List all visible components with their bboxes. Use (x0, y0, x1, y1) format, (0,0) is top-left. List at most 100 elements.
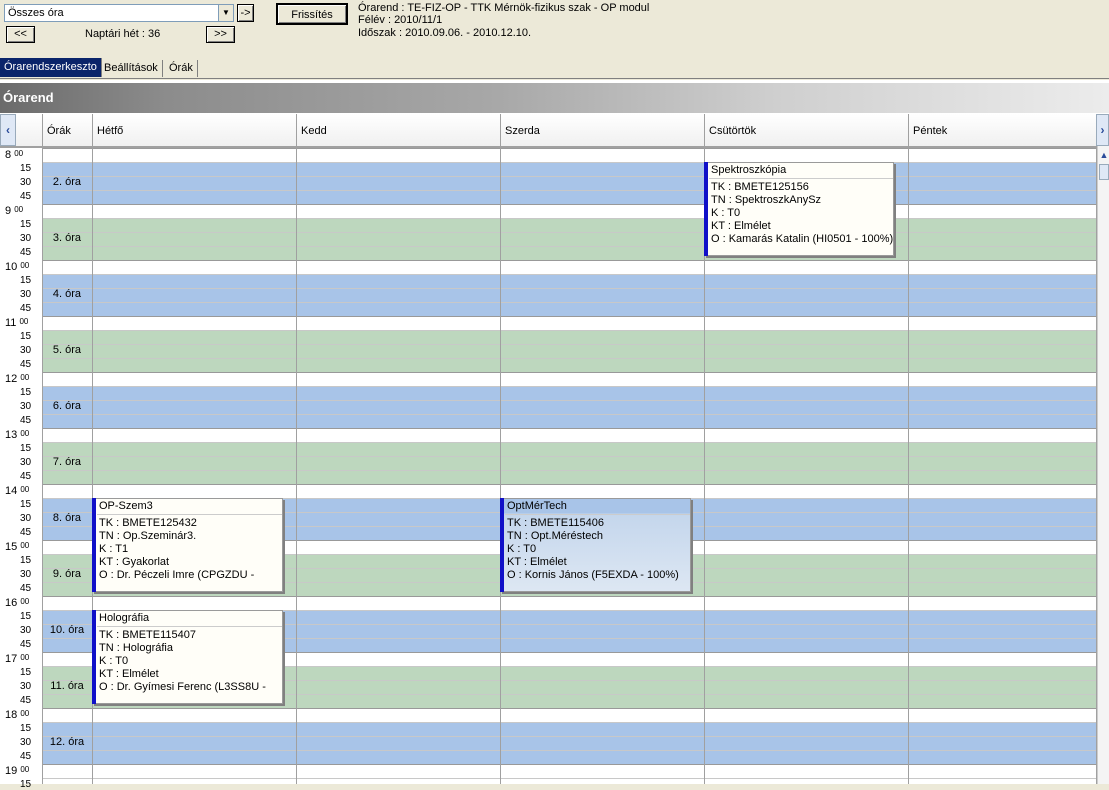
minute-label: 30 (20, 681, 32, 692)
minute-label: 15 (20, 667, 32, 678)
scrollbar-thumb[interactable] (1099, 164, 1109, 180)
refresh-button[interactable]: Frissítés (276, 3, 348, 25)
class-card-op-szem3[interactable]: OP-Szem3 TK : BMETE125432 TN : Op.Szemin… (92, 498, 283, 592)
card-title: OptMérTech (507, 500, 567, 512)
minute-label: 45 (20, 415, 32, 426)
panel-title: Órarend (3, 90, 54, 105)
card-line: K : T0 (711, 207, 741, 219)
minute-label: 30 (20, 289, 32, 300)
minute-label: 30 (20, 513, 32, 524)
minute-label: 45 (20, 303, 32, 314)
minute-label: 15 (20, 219, 32, 230)
card-line: KT : Gyakorlat (99, 556, 170, 568)
lesson-label: 3. óra (52, 232, 82, 244)
minute-label: 30 (20, 177, 32, 188)
tab-timetable-editor[interactable]: Órarendszerkeszto (0, 58, 102, 77)
header-wednesday: Szerda (500, 114, 704, 146)
card-line: KT : Elmélet (507, 556, 567, 568)
minute-label: 15 (20, 555, 32, 566)
class-card-spectroscopy[interactable]: Spektroszkópia TK : BMETE125156 TN : Spe… (704, 162, 894, 256)
tab-settings[interactable]: Beállítások (100, 60, 163, 77)
minute-label: 30 (20, 625, 32, 636)
minute-label: 15 (20, 499, 32, 510)
header-monday: Hétfő (92, 114, 296, 146)
card-title: OP-Szem3 (99, 500, 153, 512)
lesson-label: 6. óra (52, 400, 82, 412)
lesson-label: 8. óra (52, 512, 82, 524)
header-friday: Péntek (908, 114, 1096, 146)
hour-label: 17 00 (5, 653, 30, 665)
hour-label: 12 00 (5, 373, 30, 385)
scroll-up-icon[interactable]: ▲ (1098, 150, 1109, 162)
class-card-optmertech[interactable]: OptMérTech TK : BMETE115406 TN : Opt.Mér… (500, 498, 691, 592)
lesson-band (42, 162, 1096, 204)
minute-label: 15 (20, 779, 32, 790)
lesson-filter-value: Összes óra (8, 7, 64, 19)
header-thursday: Csütörtök (704, 114, 908, 146)
lesson-label: 5. óra (52, 344, 82, 356)
scroll-right-button[interactable]: › (1096, 114, 1109, 146)
chevron-down-icon[interactable]: ▼ (218, 5, 233, 21)
panel-title-bar (0, 83, 1109, 113)
minute-label: 45 (20, 583, 32, 594)
minute-label: 30 (20, 401, 32, 412)
minute-label: 15 (20, 443, 32, 454)
lesson-label: 11. óra (50, 680, 84, 692)
lesson-band (42, 218, 1096, 260)
lesson-band (42, 722, 1096, 764)
hour-label: 13 00 (5, 429, 30, 441)
hour-label: 15 00 (5, 541, 30, 553)
hour-label: 14 00 (5, 485, 30, 497)
card-line: O : Dr. Péczeli Imre (CPGZDU - (99, 569, 255, 581)
minute-label: 30 (20, 233, 32, 244)
timetable-info: Órarend : TE-FIZ-OP - TTK Mérnök-fizikus… (358, 2, 650, 14)
lesson-label: 7. óra (52, 456, 82, 468)
card-line: TK : BMETE115406 (507, 517, 605, 529)
minute-label: 45 (20, 695, 32, 706)
minute-label: 30 (20, 345, 32, 356)
minute-label: 45 (20, 751, 32, 762)
semester-info: Félév : 2010/11/1 (358, 14, 443, 26)
minute-label: 30 (20, 457, 32, 468)
hour-label: 19 00 (5, 765, 30, 777)
header-lessons: Órák (42, 114, 92, 146)
minute-label: 45 (20, 191, 32, 202)
lesson-label: 4. óra (52, 288, 82, 300)
minute-label: 15 (20, 611, 32, 622)
minute-label: 30 (20, 737, 32, 748)
card-line: TN : Holográfia (99, 642, 173, 654)
minute-label: 45 (20, 471, 32, 482)
card-line: K : T1 (99, 543, 129, 555)
lesson-band (42, 386, 1096, 428)
hour-label: 18 00 (5, 709, 30, 721)
week-label: Naptári hét : 36 (85, 28, 161, 40)
minute-label: 15 (20, 331, 32, 342)
minute-label: 45 (20, 359, 32, 370)
card-line: TN : SpektroszkAnySz (711, 194, 822, 206)
card-line: TK : BMETE125156 (711, 181, 809, 193)
card-line: TK : BMETE125432 (99, 517, 197, 529)
lesson-band (42, 274, 1096, 316)
scroll-left-button[interactable]: ‹ (0, 114, 16, 146)
prev-week-button[interactable]: << (6, 26, 35, 43)
lesson-filter-select[interactable]: Összes óra ▼ (4, 4, 234, 22)
lesson-label: 9. óra (52, 568, 82, 580)
next-week-button[interactable]: >> (206, 26, 235, 43)
hour-label: 16 00 (5, 597, 30, 609)
tab-lessons[interactable]: Órák (165, 60, 198, 77)
lesson-label: 12. óra (49, 736, 85, 748)
class-card-holography[interactable]: Holográfia TK : BMETE115407 TN : Holográ… (92, 610, 283, 704)
card-line: TN : Op.Szeminár3. (99, 530, 197, 542)
hour-label: 10 00 (5, 261, 30, 273)
lesson-label: 10. óra (49, 624, 85, 636)
minute-label: 15 (20, 387, 32, 398)
vertical-scrollbar[interactable]: ▲ (1097, 146, 1109, 784)
hour-label: 11 00 (5, 317, 29, 329)
lesson-band (42, 330, 1096, 372)
go-button[interactable]: -> (237, 4, 254, 22)
card-title: Holográfia (99, 612, 150, 624)
minute-label: 15 (20, 723, 32, 734)
hour-label: 8 00 (5, 149, 24, 161)
hour-label: 9 00 (5, 205, 24, 217)
card-line: KT : Elmélet (99, 668, 159, 680)
